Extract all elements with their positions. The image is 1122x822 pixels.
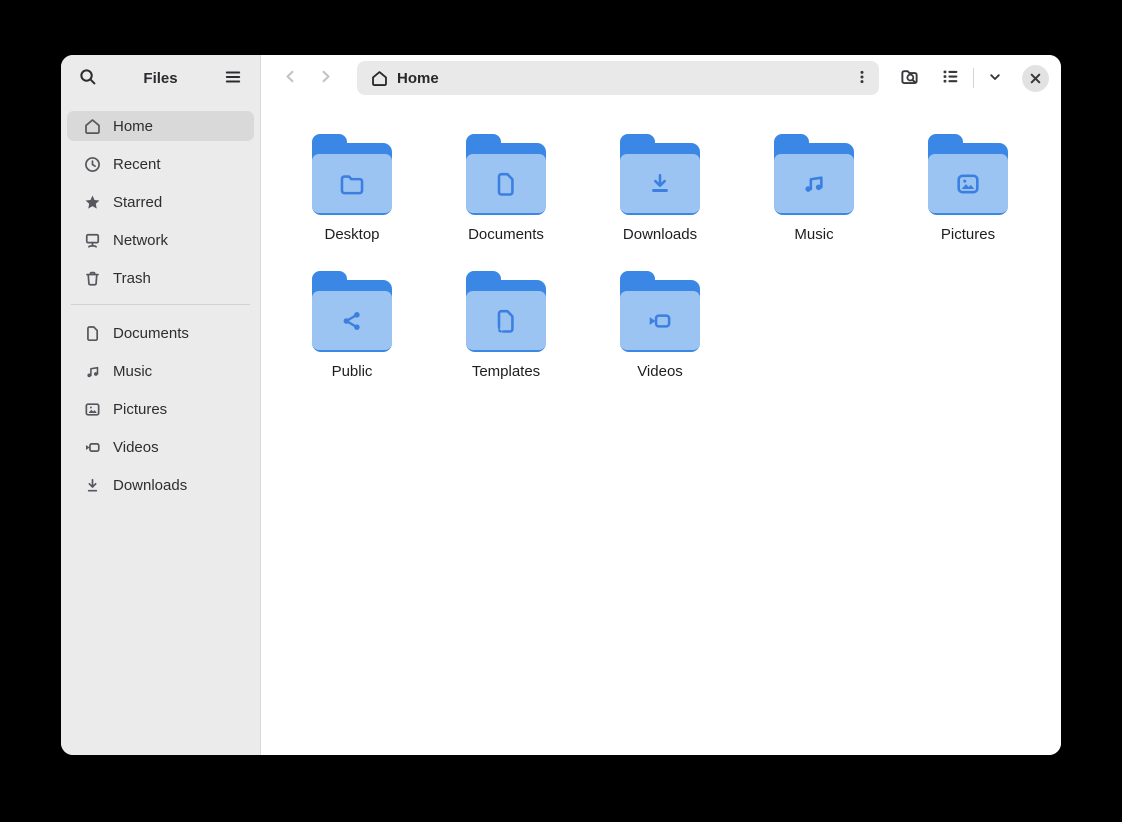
sidebar-item-starred[interactable]: Starred: [67, 187, 254, 217]
forward-button[interactable]: [313, 64, 338, 92]
sidebar-list: Home Recent Starre: [61, 101, 260, 508]
file-label: Documents: [468, 226, 544, 243]
file-item-documents[interactable]: Documents: [429, 134, 583, 243]
list-view-button[interactable]: [936, 62, 965, 94]
close-button[interactable]: [1022, 65, 1049, 92]
content-area: Home: [261, 55, 1061, 755]
folder-icon: [312, 271, 392, 352]
sidebar-item-trash[interactable]: Trash: [67, 263, 254, 293]
file-grid: Desktop Documents: [261, 101, 1061, 380]
home-icon: [371, 70, 388, 87]
sidebar-item-label: Downloads: [113, 477, 187, 494]
sidebar-divider: [71, 304, 250, 305]
folder-icon: [774, 134, 854, 215]
folder-icon: [466, 271, 546, 352]
folder-icon: [620, 271, 700, 352]
sidebar-item-documents[interactable]: Documents: [67, 318, 254, 348]
share-emblem-icon: [338, 307, 366, 340]
file-item-music[interactable]: Music: [737, 134, 891, 243]
kebab-icon: [854, 69, 870, 88]
sidebar-item-label: Home: [113, 118, 153, 135]
sidebar-item-label: Videos: [113, 439, 159, 456]
path-label: Home: [397, 70, 439, 87]
network-icon: [84, 232, 101, 249]
chevron-down-icon: [987, 69, 1003, 88]
sidebar-item-label: Trash: [113, 270, 151, 287]
file-label: Pictures: [941, 226, 995, 243]
video-camera-icon: [84, 439, 101, 456]
file-label: Templates: [472, 363, 540, 380]
sidebar-item-label: Starred: [113, 194, 162, 211]
path-menu-button[interactable]: [845, 61, 879, 95]
chevron-right-icon: [317, 68, 334, 88]
folder-icon: [928, 134, 1008, 215]
file-label: Public: [332, 363, 373, 380]
music-emblem-icon: [800, 170, 828, 203]
sidebar-item-recent[interactable]: Recent: [67, 149, 254, 179]
document-emblem-icon: [492, 170, 520, 203]
image-emblem-icon: [954, 170, 982, 203]
file-item-videos[interactable]: Videos: [583, 271, 737, 380]
download-arrow-icon: [84, 477, 101, 494]
list-view-icon: [941, 67, 960, 89]
sidebar-header: Files: [61, 55, 260, 101]
sidebar-item-label: Network: [113, 232, 168, 249]
file-label: Desktop: [324, 226, 379, 243]
sidebar-item-downloads[interactable]: Downloads: [67, 470, 254, 500]
close-icon: [1029, 72, 1042, 85]
main-menu-button[interactable]: [220, 64, 246, 93]
file-label: Videos: [637, 363, 683, 380]
file-item-downloads[interactable]: Downloads: [583, 134, 737, 243]
sidebar-item-videos[interactable]: Videos: [67, 432, 254, 462]
folder-search-icon: [900, 67, 919, 89]
file-label: Downloads: [623, 226, 697, 243]
search-button[interactable]: [75, 64, 101, 93]
document-icon: [84, 325, 101, 342]
sidebar-item-label: Pictures: [113, 401, 167, 418]
sidebar-item-network[interactable]: Network: [67, 225, 254, 255]
sidebar-item-pictures[interactable]: Pictures: [67, 394, 254, 424]
file-item-templates[interactable]: Templates: [429, 271, 583, 380]
music-note-icon: [84, 363, 101, 380]
sidebar-item-label: Documents: [113, 325, 189, 342]
sidebar-item-label: Recent: [113, 156, 161, 173]
sidebar-item-music[interactable]: Music: [67, 356, 254, 386]
file-item-pictures[interactable]: Pictures: [891, 134, 1045, 243]
file-item-desktop[interactable]: Desktop: [275, 134, 429, 243]
toolbar-separator: [973, 68, 974, 88]
folder-emblem-icon: [338, 170, 366, 203]
image-icon: [84, 401, 101, 418]
download-emblem-icon: [646, 170, 674, 203]
view-options-button[interactable]: [982, 64, 1008, 93]
hamburger-icon: [224, 68, 242, 89]
back-button[interactable]: [278, 64, 303, 92]
folder-icon: [620, 134, 700, 215]
search-everywhere-button[interactable]: [895, 62, 924, 94]
file-item-public[interactable]: Public: [275, 271, 429, 380]
star-icon: [84, 194, 101, 211]
home-icon: [84, 118, 101, 135]
desktop-background: Files Home: [0, 0, 1122, 822]
video-emblem-icon: [646, 307, 674, 340]
folder-icon: [312, 134, 392, 215]
search-icon: [79, 68, 97, 89]
path-bar[interactable]: Home: [357, 61, 879, 95]
files-window: Files Home: [61, 55, 1061, 755]
trash-icon: [84, 270, 101, 287]
clock-icon: [84, 156, 101, 173]
header-bar: Home: [261, 55, 1061, 101]
file-label: Music: [794, 226, 833, 243]
header-actions: [889, 62, 1049, 94]
sidebar: Files Home: [61, 55, 261, 755]
sidebar-item-label: Music: [113, 363, 152, 380]
sidebar-item-home[interactable]: Home: [67, 111, 254, 141]
app-title: Files: [143, 70, 177, 87]
folder-icon: [466, 134, 546, 215]
chevron-left-icon: [282, 68, 299, 88]
document-dashed-emblem-icon: [492, 307, 520, 340]
